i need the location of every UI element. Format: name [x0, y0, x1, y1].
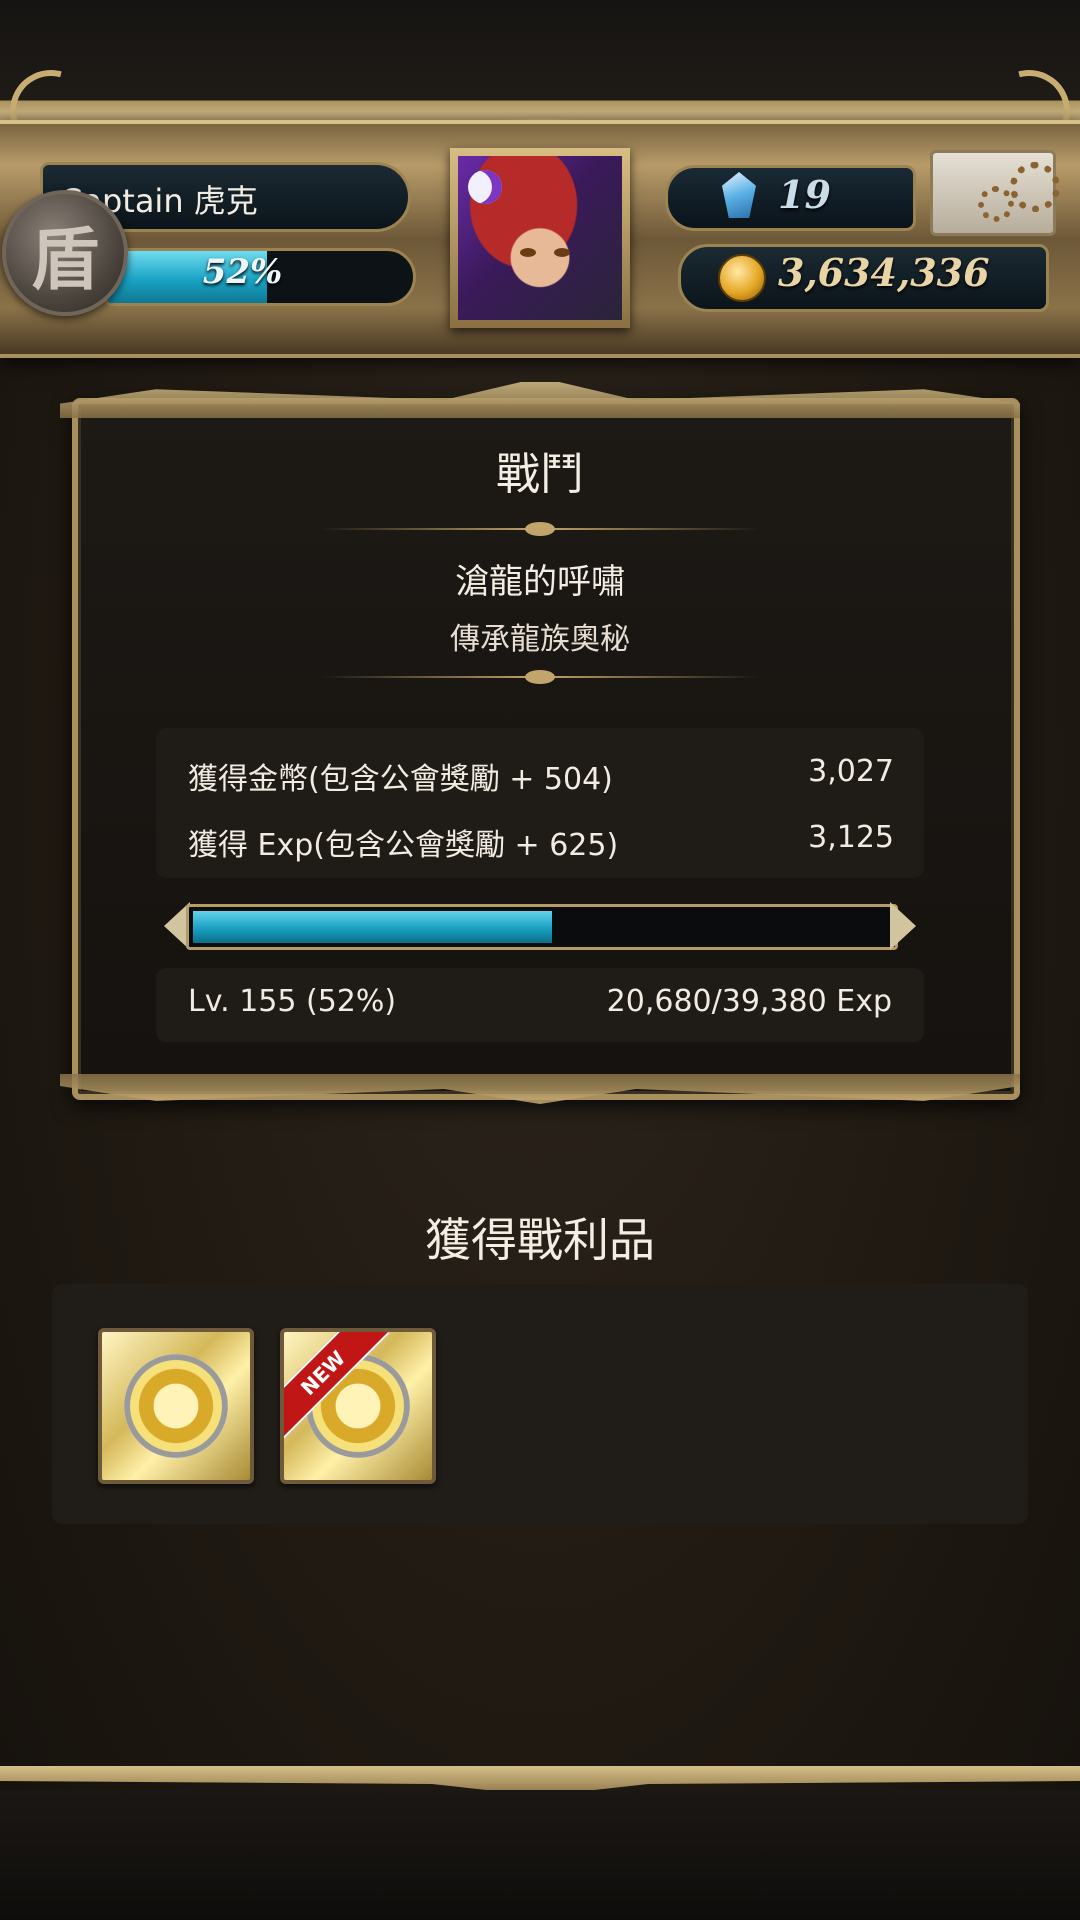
gem-count: 19: [778, 172, 831, 217]
avatar-eye-left: [520, 248, 536, 257]
divider-bottom: [320, 670, 760, 684]
avatar-eye-right: [554, 248, 570, 257]
bottom-dark-band: [0, 1790, 1080, 1920]
level-bar-cap-right: [890, 902, 916, 950]
player-exp-percent: 52%: [202, 252, 283, 292]
loot-item[interactable]: NEW: [280, 1328, 436, 1484]
panel-title: 戰鬥: [496, 449, 584, 500]
reward-row-coins: 獲得金幣(包含公會獎勵 + 504) 3,027: [188, 754, 894, 798]
loot-item[interactable]: [98, 1328, 254, 1484]
moon-emblem-icon: [468, 170, 502, 204]
rank-shield-icon[interactable]: 盾: [2, 190, 128, 316]
reward-value: 3,125: [808, 820, 894, 855]
exp-progress: 20,680/39,380 Exp: [606, 984, 892, 1019]
loot-title: 獲得戰利品: [425, 1213, 655, 1267]
divider-top: [320, 522, 760, 536]
level-progress-bar: [186, 904, 898, 950]
gear-small-icon: [978, 186, 1014, 222]
coin-count: 3,634,336: [778, 250, 990, 295]
gold-medal-card-icon: [124, 1354, 228, 1458]
reward-row-exp: 獲得 Exp(包含公會獎勵 + 625) 3,125: [188, 820, 894, 864]
avatar-portrait: [458, 156, 622, 320]
quest-subtitle: 傳承龍族奧秘: [450, 622, 630, 657]
quest-name: 滄龍的呼嘯: [455, 562, 625, 602]
reward-label: 獲得金幣(包含公會獎勵 + 504): [188, 762, 613, 797]
player-avatar[interactable]: [450, 148, 630, 328]
gold-coin-icon: [718, 254, 766, 302]
level-progress-fill: [193, 911, 553, 943]
level-label: Lv. 155 (52%): [188, 984, 397, 1019]
reward-label: 獲得 Exp(包含公會獎勵 + 625): [188, 828, 619, 863]
gear-icon: [1010, 162, 1060, 212]
reward-value: 3,027: [808, 754, 894, 789]
